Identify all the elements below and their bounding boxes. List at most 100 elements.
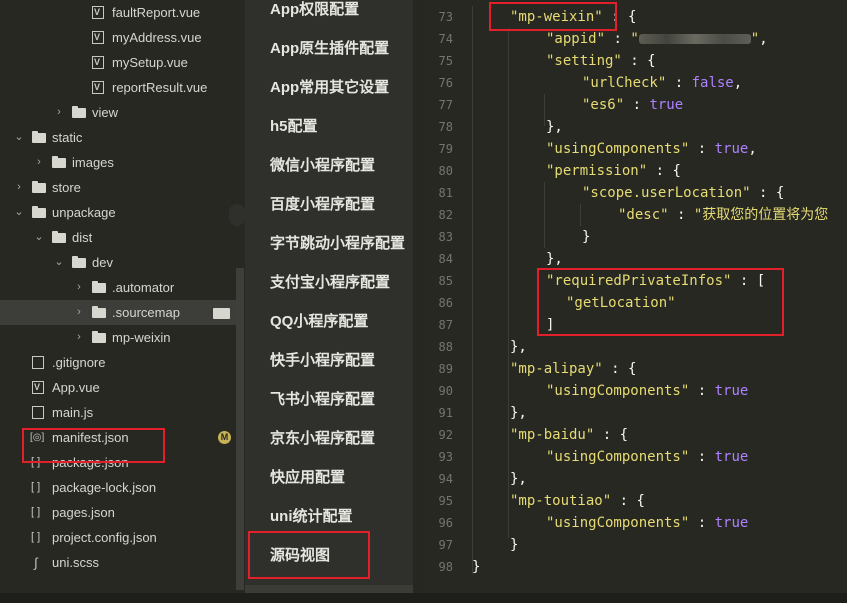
explorer-scrollbar-thumb[interactable]: [229, 204, 245, 226]
code-line[interactable]: "appid" : " ",: [546, 28, 768, 50]
tree-item-label: mySetup.vue: [112, 55, 188, 70]
code-line[interactable]: "usingComponents" : true,: [546, 138, 757, 160]
code-line[interactable]: "requiredPrivateInfos" : [: [546, 270, 765, 292]
code-line[interactable]: },: [510, 336, 527, 358]
tree-item[interactable]: › images: [0, 150, 236, 175]
code-line[interactable]: "setting" : {: [546, 50, 656, 72]
code-line[interactable]: }: [582, 226, 590, 248]
config-nav-item[interactable]: h5配置: [270, 116, 318, 155]
tree-item[interactable]: reportResult.vue: [0, 75, 236, 100]
chevron-right-icon[interactable]: ›: [34, 150, 44, 175]
tree-item[interactable]: › mp-weixin: [0, 325, 236, 350]
tree-item[interactable]: › store: [0, 175, 236, 200]
modified-badge: M: [218, 431, 231, 444]
chevron-right-icon[interactable]: ›: [74, 325, 84, 350]
tree-item[interactable]: App.vue: [0, 375, 236, 400]
tree-item[interactable]: mySetup.vue: [0, 50, 236, 75]
line-number: 90: [438, 384, 453, 398]
code-line[interactable]: },: [546, 116, 563, 138]
code-line[interactable]: "mp-baidu" : {: [510, 424, 628, 446]
line-number: 93: [438, 450, 453, 464]
tree-item[interactable]: package-lock.json: [0, 475, 236, 500]
tree-item-label: unpackage: [52, 205, 116, 220]
code-editor[interactable]: 73 "mp-weixin" : {74 "appid" : " ", 75 "setti…: [425, 0, 847, 603]
folder-icon: [72, 256, 86, 268]
file-icon: [92, 25, 104, 50]
config-nav-item[interactable]: 百度小程序配置: [270, 194, 375, 233]
code-line[interactable]: }: [472, 556, 480, 578]
line-number: 87: [438, 318, 453, 332]
config-nav-scrollbar[interactable]: [245, 585, 413, 593]
code-line[interactable]: "scope.userLocation" : {: [582, 182, 784, 204]
tree-item[interactable]: › .automator: [0, 275, 236, 300]
tree-item[interactable]: ⌄ static: [0, 125, 236, 150]
config-nav-item[interactable]: App原生插件配置: [270, 38, 389, 77]
code-line[interactable]: }: [510, 534, 518, 556]
folder-icon: [92, 331, 106, 343]
tree-item[interactable]: myAddress.vue: [0, 25, 236, 50]
line-number: 79: [438, 142, 453, 156]
tree-item[interactable]: uni.scss: [0, 550, 236, 575]
tree-item[interactable]: ⌄ dist: [0, 225, 236, 250]
tree-item[interactable]: package.json: [0, 450, 236, 475]
code-line[interactable]: "permission" : {: [546, 160, 681, 182]
code-line[interactable]: "mp-alipay" : {: [510, 358, 636, 380]
chevron-down-icon[interactable]: ⌄: [14, 200, 24, 225]
chevron-down-icon[interactable]: ⌄: [14, 125, 24, 150]
code-line[interactable]: "getLocation": [566, 292, 676, 314]
tree-item[interactable]: faultReport.vue: [0, 0, 236, 25]
config-nav-item[interactable]: App权限配置: [270, 0, 359, 38]
file-icon: [32, 550, 44, 575]
file-icon: [92, 75, 104, 100]
indent-guide: [472, 6, 473, 574]
config-nav-item[interactable]: 快手小程序配置: [270, 350, 375, 389]
config-nav-item[interactable]: 京东小程序配置: [270, 428, 375, 467]
config-nav-item[interactable]: 快应用配置: [270, 467, 345, 506]
code-line[interactable]: "mp-toutiao" : {: [510, 490, 645, 512]
tree-item[interactable]: pages.json: [0, 500, 236, 525]
tree-item[interactable]: › view: [0, 100, 236, 125]
line-number: 88: [438, 340, 453, 354]
tree-item-label: .automator: [112, 280, 175, 295]
code-line[interactable]: },: [546, 248, 563, 270]
config-nav-item[interactable]: 字节跳动小程序配置: [270, 233, 405, 272]
explorer-scrollbar-track[interactable]: [236, 268, 244, 590]
code-line[interactable]: "desc" : "获取您的位置将为您: [618, 204, 828, 226]
tree-item[interactable]: manifest.json M: [0, 425, 236, 450]
tree-item[interactable]: .gitignore: [0, 350, 236, 375]
chevron-right-icon[interactable]: ›: [74, 275, 84, 300]
indent-guide: [544, 182, 545, 248]
code-line[interactable]: },: [510, 468, 527, 490]
line-number: 78: [438, 120, 453, 134]
code-line[interactable]: ]: [546, 314, 554, 336]
code-line[interactable]: "usingComponents" : true: [546, 380, 748, 402]
code-line[interactable]: },: [510, 402, 527, 424]
config-nav-item[interactable]: 微信小程序配置: [270, 155, 375, 194]
file-icon: [30, 425, 44, 450]
config-nav-item[interactable]: 飞书小程序配置: [270, 389, 375, 428]
tree-item[interactable]: ⌄ unpackage: [0, 200, 236, 225]
tree-item[interactable]: ⌄ dev: [0, 250, 236, 275]
code-line[interactable]: "es6" : true: [582, 94, 683, 116]
tree-item-label: static: [52, 130, 83, 145]
code-line[interactable]: "mp-weixin" : {: [510, 6, 636, 28]
tree-item[interactable]: main.js: [0, 400, 236, 425]
code-line[interactable]: "usingComponents" : true: [546, 446, 748, 468]
config-nav-item[interactable]: uni统计配置: [270, 506, 353, 545]
code-line[interactable]: "usingComponents" : true: [546, 512, 748, 534]
folder-icon: [92, 306, 106, 318]
bottom-scrollbar[interactable]: [0, 593, 847, 603]
config-nav-item[interactable]: QQ小程序配置: [270, 311, 368, 350]
tree-item[interactable]: project.config.json: [0, 525, 236, 550]
line-number: 80: [438, 164, 453, 178]
config-nav-item[interactable]: 支付宝小程序配置: [270, 272, 390, 311]
chevron-right-icon[interactable]: ›: [54, 100, 64, 125]
chevron-down-icon[interactable]: ⌄: [34, 225, 44, 250]
tree-item[interactable]: › .sourcemap: [0, 300, 236, 325]
chevron-down-icon[interactable]: ⌄: [54, 250, 64, 275]
code-line[interactable]: "urlCheck" : false,: [582, 72, 742, 94]
config-nav-item[interactable]: 源码视图: [270, 545, 330, 584]
chevron-right-icon[interactable]: ›: [74, 300, 84, 325]
config-nav-item[interactable]: App常用其它设置: [270, 77, 389, 116]
chevron-right-icon[interactable]: ›: [14, 175, 24, 200]
